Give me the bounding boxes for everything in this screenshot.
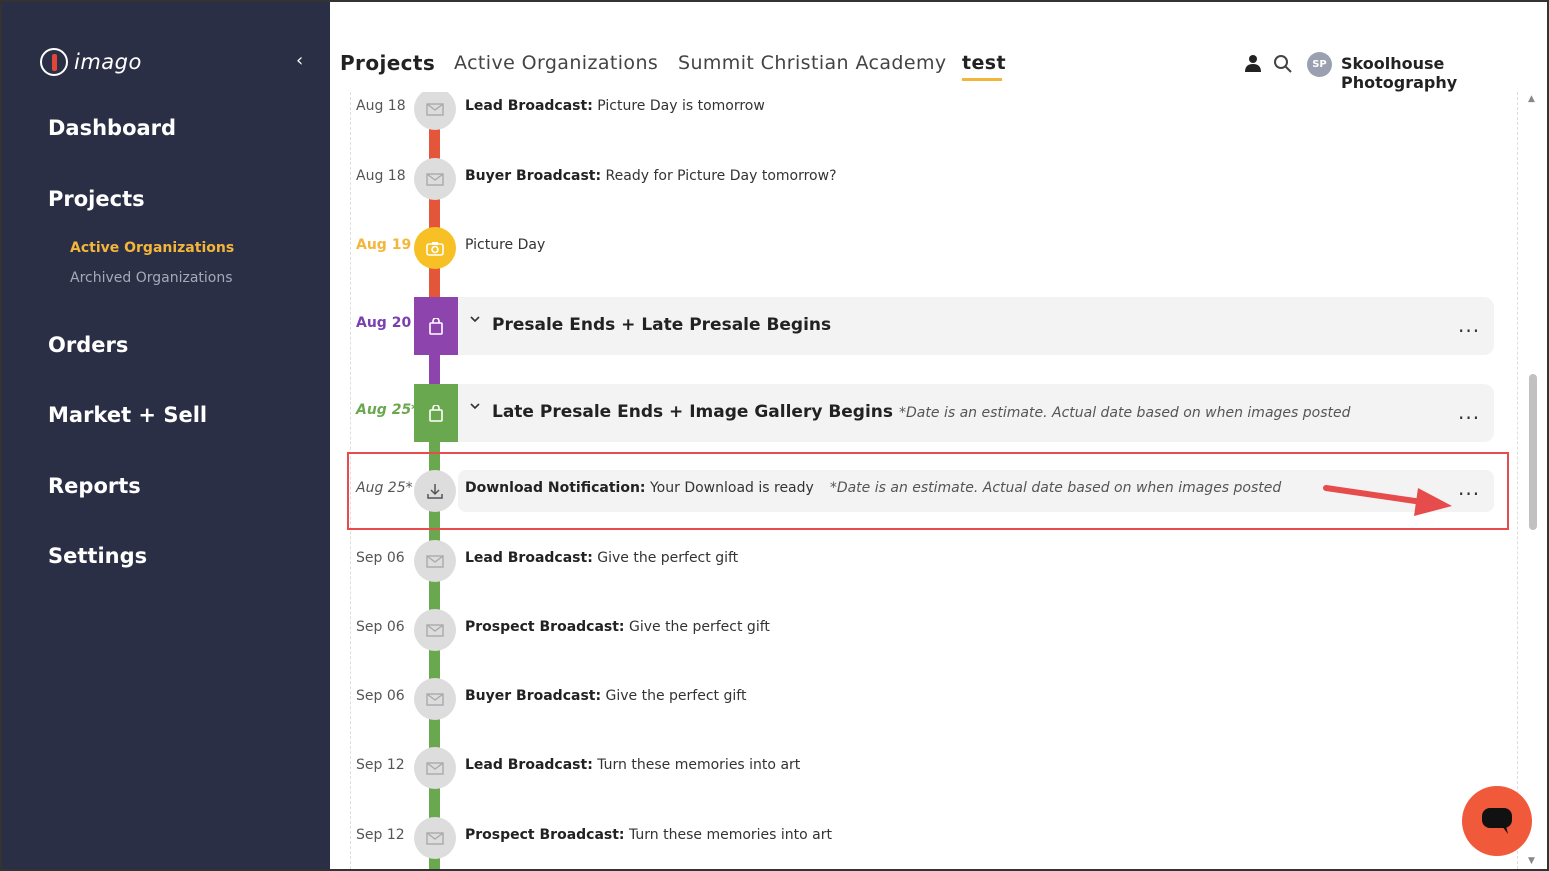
row-text: Give the perfect gift xyxy=(597,550,739,566)
envelope-icon xyxy=(414,540,456,582)
avatar[interactable]: SP xyxy=(1307,52,1332,77)
more-options-icon[interactable]: ... xyxy=(1458,313,1480,337)
active-breadcrumb-underline xyxy=(962,78,1002,81)
logo-text: imago xyxy=(74,50,142,74)
row-date: Sep 06 xyxy=(356,619,405,635)
timeline-row[interactable]: Sep 06 Lead Broadcast: Give the perfect … xyxy=(332,540,1522,582)
timeline-row[interactable]: Sep 06 Buyer Broadcast: Give the perfect… xyxy=(332,678,1522,720)
nav-orders[interactable]: Orders xyxy=(48,333,128,357)
timeline-row[interactable]: Aug 18 Buyer Broadcast: Ready for Pictur… xyxy=(332,158,1522,200)
nav-reports[interactable]: Reports xyxy=(48,474,141,498)
row-label: Lead Broadcast: xyxy=(465,98,593,114)
timeline-row[interactable]: Aug 18 Lead Broadcast: Picture Day is to… xyxy=(332,92,1522,130)
bag-icon xyxy=(414,297,458,355)
timeline-row[interactable]: Sep 12 Prospect Broadcast: Turn these me… xyxy=(332,817,1522,859)
row-text: Picture Day xyxy=(465,237,546,253)
milestone-title: Late Presale Ends + Image Gallery Begins xyxy=(492,402,894,422)
timeline-card-row[interactable]: Aug 20 Presale Ends + Late Presale Begin… xyxy=(332,297,1522,355)
breadcrumb-projects[interactable]: Projects xyxy=(340,51,435,75)
row-text: Picture Day is tomorrow xyxy=(597,98,765,114)
annotation-arrow-icon xyxy=(1323,485,1452,516)
row-text: Ready for Picture Day tomorrow? xyxy=(605,168,837,184)
user-icon[interactable] xyxy=(1244,54,1262,76)
nav-settings[interactable]: Settings xyxy=(48,544,147,568)
row-text: Give the perfect gift xyxy=(605,688,747,704)
envelope-icon xyxy=(414,158,456,200)
camera-icon xyxy=(414,227,456,269)
row-date: Sep 06 xyxy=(356,550,405,566)
row-date: Aug 18 xyxy=(356,98,406,114)
nav-active-organizations[interactable]: Active Organizations xyxy=(70,240,234,256)
chevron-down-icon[interactable] xyxy=(469,313,481,329)
row-date: Aug 20 xyxy=(356,315,412,331)
envelope-icon xyxy=(414,609,456,651)
timeline-row[interactable]: Sep 06 Prospect Broadcast: Give the perf… xyxy=(332,609,1522,651)
row-date: Aug 19 xyxy=(356,237,412,253)
timeline-row[interactable]: Sep 12 Lead Broadcast: Turn these memori… xyxy=(332,747,1522,789)
timeline-row[interactable]: Aug 19 Picture Day xyxy=(332,227,1522,269)
row-text: Turn these memories into art xyxy=(597,757,801,773)
chevron-down-icon[interactable] xyxy=(469,400,481,416)
row-text: Give the perfect gift xyxy=(628,619,770,635)
row-label: Lead Broadcast: xyxy=(465,757,593,773)
row-date: Aug 18 xyxy=(356,168,406,184)
sidebar: imago ‹ Dashboard Projects Active Organi… xyxy=(2,2,330,869)
nav-projects[interactable]: Projects xyxy=(48,187,145,211)
chat-bubble-icon xyxy=(1482,808,1512,834)
scrollbar-thumb[interactable] xyxy=(1529,374,1537,530)
row-date: Aug 25* xyxy=(356,402,419,418)
breadcrumb-active-organizations[interactable]: Active Organizations xyxy=(454,52,658,74)
row-label: Prospect Broadcast: xyxy=(465,827,625,843)
milestone-title: Presale Ends + Late Presale Begins xyxy=(492,315,832,335)
row-label: Buyer Broadcast: xyxy=(465,168,602,184)
nav-archived-organizations[interactable]: Archived Organizations xyxy=(70,270,233,286)
row-label: Prospect Broadcast: xyxy=(465,619,625,635)
envelope-icon xyxy=(414,678,456,720)
row-date: Sep 12 xyxy=(356,827,405,843)
header: Projects Active Organizations Summit Chr… xyxy=(330,2,1547,92)
bag-icon xyxy=(414,384,458,442)
breadcrumb-organization[interactable]: Summit Christian Academy xyxy=(678,52,947,74)
row-date: Sep 06 xyxy=(356,688,405,704)
envelope-icon xyxy=(414,92,456,130)
breadcrumb-project[interactable]: test xyxy=(962,52,1006,74)
timeline-card-row[interactable]: Aug 25* Late Presale Ends + Image Galler… xyxy=(332,384,1522,442)
scroll-down-icon[interactable]: ▼ xyxy=(1528,856,1535,866)
imago-logo-icon xyxy=(40,48,68,76)
collapse-sidebar-icon[interactable]: ‹ xyxy=(296,50,303,71)
more-options-icon[interactable]: ... xyxy=(1458,400,1480,424)
nav-dashboard[interactable]: Dashboard xyxy=(48,116,176,140)
envelope-icon xyxy=(414,817,456,859)
scroll-up-icon[interactable]: ▲ xyxy=(1528,94,1535,104)
row-label: Lead Broadcast: xyxy=(465,550,593,566)
logo[interactable]: imago xyxy=(40,48,142,76)
row-label: Buyer Broadcast: xyxy=(465,688,602,704)
row-date: Sep 12 xyxy=(356,757,405,773)
envelope-icon xyxy=(414,747,456,789)
studio-name[interactable]: Skoolhouse Photography xyxy=(1341,54,1547,92)
search-icon[interactable] xyxy=(1273,54,1292,77)
estimate-note: *Date is an estimate. Actual date based … xyxy=(899,405,1351,421)
nav-market-sell[interactable]: Market + Sell xyxy=(48,403,207,427)
row-text: Turn these memories into art xyxy=(628,827,832,843)
chat-button[interactable] xyxy=(1462,786,1532,856)
